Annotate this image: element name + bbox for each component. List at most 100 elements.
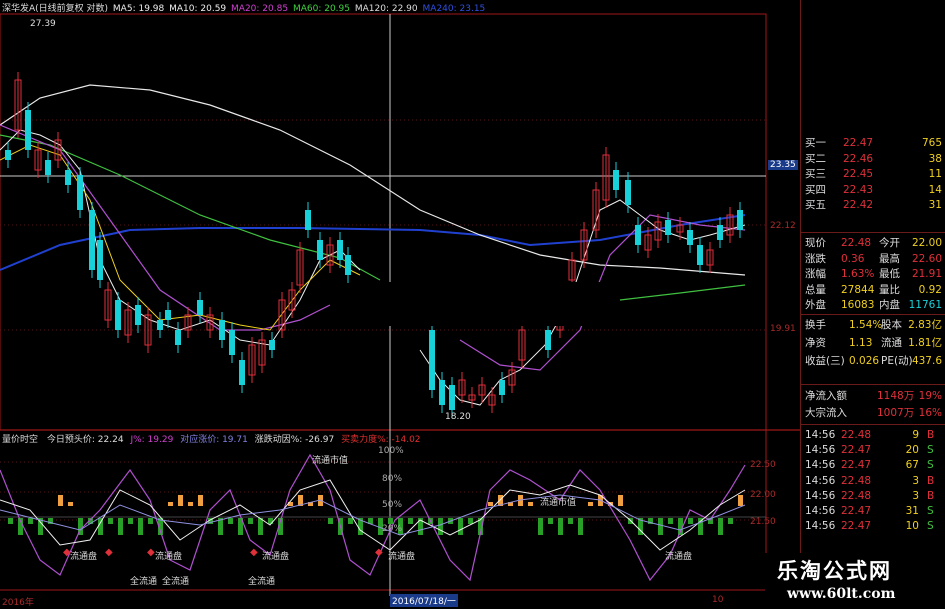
candle-body-down bbox=[45, 160, 51, 175]
candle-body-down bbox=[229, 330, 235, 355]
annotation-label: 流通盘 bbox=[388, 552, 416, 562]
volume-bar-up bbox=[58, 495, 63, 506]
tick-row[interactable]: 14:56 22.47 20 S bbox=[801, 443, 945, 457]
tick-price: 22.48 bbox=[841, 429, 872, 441]
divider bbox=[801, 424, 945, 425]
candle-body-down bbox=[115, 300, 121, 330]
buy-marker: ◆ bbox=[375, 547, 383, 558]
quote-value: 22.00 bbox=[911, 237, 942, 249]
indicator-dual: 对应涨价: 19.71 bbox=[180, 435, 248, 445]
volume-bar-down bbox=[728, 518, 733, 524]
volume-bar-down bbox=[658, 518, 663, 535]
price-axis-label: 22.12 bbox=[770, 221, 796, 231]
candle-body-down bbox=[239, 360, 245, 385]
quote-value: 21.91 bbox=[911, 268, 942, 281]
order-book-row[interactable]: 买二 22.46 38 bbox=[801, 152, 945, 167]
candle-body-down bbox=[269, 340, 275, 350]
tick-time: 14:56 bbox=[805, 459, 836, 472]
logo-name: 乐淘公式网 bbox=[777, 558, 892, 583]
ma120-label: MA120: 22.90 bbox=[354, 4, 418, 14]
indicator-zhang: 涨跌动因%: -26.97 bbox=[254, 435, 335, 445]
ma10-line bbox=[0, 144, 361, 331]
volume-bar-down bbox=[108, 518, 113, 524]
tick-side: B bbox=[927, 429, 935, 441]
kline-canvas[interactable]: ◆ ◆ ◆ ◆ ◆ bbox=[0, 0, 800, 609]
quote-value: 11761 bbox=[908, 299, 942, 312]
quote-row: 现价 22.48 今开 22.00 bbox=[801, 236, 945, 251]
ma60-label: MA60: 20.95 bbox=[292, 4, 350, 14]
chart-title: 深华发A(日线前复权 对数) bbox=[2, 4, 109, 14]
stats-row: 净资 1.13 流通 1.81亿 bbox=[801, 336, 945, 351]
tick-row[interactable]: 14:56 22.48 3 B bbox=[801, 474, 945, 488]
flow-value: 1007万 bbox=[877, 407, 915, 419]
order-book-volume: 765 bbox=[921, 137, 942, 149]
order-book-row[interactable]: 买四 22.43 14 bbox=[801, 183, 945, 198]
price-axis-label: 19.91 bbox=[770, 324, 796, 334]
order-book-row[interactable]: 买一 22.47 765 bbox=[801, 136, 945, 151]
volume-bar-up bbox=[198, 495, 203, 506]
low-price-label: 18.20 bbox=[445, 412, 471, 422]
candle-body-down bbox=[717, 225, 723, 240]
order-book-label: 买五 bbox=[805, 199, 826, 211]
tick-row[interactable]: 14:56 22.47 10 S bbox=[801, 519, 945, 533]
candle-body-down bbox=[175, 330, 181, 345]
volume-bar-down bbox=[668, 518, 673, 524]
annotation-label: 流通市值 bbox=[312, 456, 349, 466]
order-book-label: 买二 bbox=[805, 152, 826, 165]
tick-volume: 67 bbox=[905, 459, 919, 472]
kline-chart[interactable]: ◆ ◆ ◆ ◆ ◆ 深华发A(日线前复权 对数) MA5: 19.98 MA10: 20… bbox=[0, 0, 800, 609]
quote-value: 22.60 bbox=[911, 252, 942, 265]
annotation-label: 流通盘 bbox=[665, 552, 693, 562]
candle-body-down bbox=[613, 170, 619, 190]
ma10-label: MA10: 20.59 bbox=[169, 4, 227, 14]
oscillator-k-line bbox=[0, 479, 746, 551]
main-chart-frame bbox=[0, 13, 767, 431]
stats-value: 1.81亿 bbox=[908, 337, 942, 349]
stats-label: 净资 bbox=[805, 337, 826, 349]
indicator-axis-label: 21.50 bbox=[750, 517, 776, 527]
volume-bar-down bbox=[538, 518, 543, 535]
quote-label: 外盘 bbox=[805, 299, 826, 312]
indicator-header: 量价时空 今日预头价: 22.24 J%: 19.29 对应涨价: 19.71 … bbox=[2, 432, 421, 445]
quote-label: 最低 bbox=[879, 268, 900, 281]
quote-label: 现价 bbox=[805, 237, 826, 249]
candle-body-down bbox=[219, 320, 225, 340]
order-book-row[interactable]: 买三 22.45 11 bbox=[801, 167, 945, 182]
volume-bar-down bbox=[408, 518, 413, 524]
quote-row: 涨跌 0.36 最高 22.60 bbox=[801, 252, 945, 267]
tick-volume: 10 bbox=[905, 520, 919, 533]
volume-bar-down bbox=[248, 518, 253, 524]
quote-value: 1.63% bbox=[841, 268, 875, 281]
quote-value: 0.36 bbox=[841, 252, 865, 265]
candle-body-down bbox=[697, 245, 703, 265]
tick-side: S bbox=[927, 520, 934, 533]
volume-bar-down bbox=[228, 518, 233, 524]
order-book-price: 22.47 bbox=[843, 137, 874, 149]
candle-body-down bbox=[317, 240, 323, 260]
tick-price: 22.47 bbox=[841, 459, 872, 472]
chart-gap bbox=[360, 282, 600, 326]
indicator-today: 今日预头价: 22.24 bbox=[46, 435, 124, 445]
ma5-line bbox=[0, 129, 361, 346]
annotation-label: 流通盘 bbox=[262, 552, 290, 562]
tick-row[interactable]: 14:56 22.48 9 B bbox=[801, 428, 945, 442]
order-book-price: 22.42 bbox=[843, 199, 874, 211]
quote-row: 总量 27844 量比 0.92 bbox=[801, 283, 945, 298]
tick-row[interactable]: 14:56 22.47 67 S bbox=[801, 458, 945, 472]
flow-label: 大宗流入 bbox=[805, 407, 847, 419]
volume-bar-down bbox=[328, 518, 333, 524]
volume-bar-up bbox=[188, 502, 193, 506]
indicator-name[interactable]: 量价时空 bbox=[2, 435, 38, 445]
tick-row[interactable]: 14:56 22.47 31 S bbox=[801, 504, 945, 518]
order-book-price: 22.43 bbox=[843, 183, 874, 196]
flow-row: 净流入额 1148万 19% bbox=[801, 389, 945, 404]
volume-bar-up bbox=[528, 502, 533, 506]
candle-body-down bbox=[165, 310, 171, 320]
quote-label: 涨幅 bbox=[805, 268, 826, 281]
tick-row[interactable]: 14:56 22.48 3 B bbox=[801, 489, 945, 503]
tick-side: S bbox=[927, 505, 934, 517]
candle-body-down bbox=[545, 330, 551, 350]
volume-bar-down bbox=[128, 518, 133, 524]
order-book-price: 22.45 bbox=[843, 168, 874, 180]
order-book-row[interactable]: 买五 22.42 31 bbox=[801, 198, 945, 213]
